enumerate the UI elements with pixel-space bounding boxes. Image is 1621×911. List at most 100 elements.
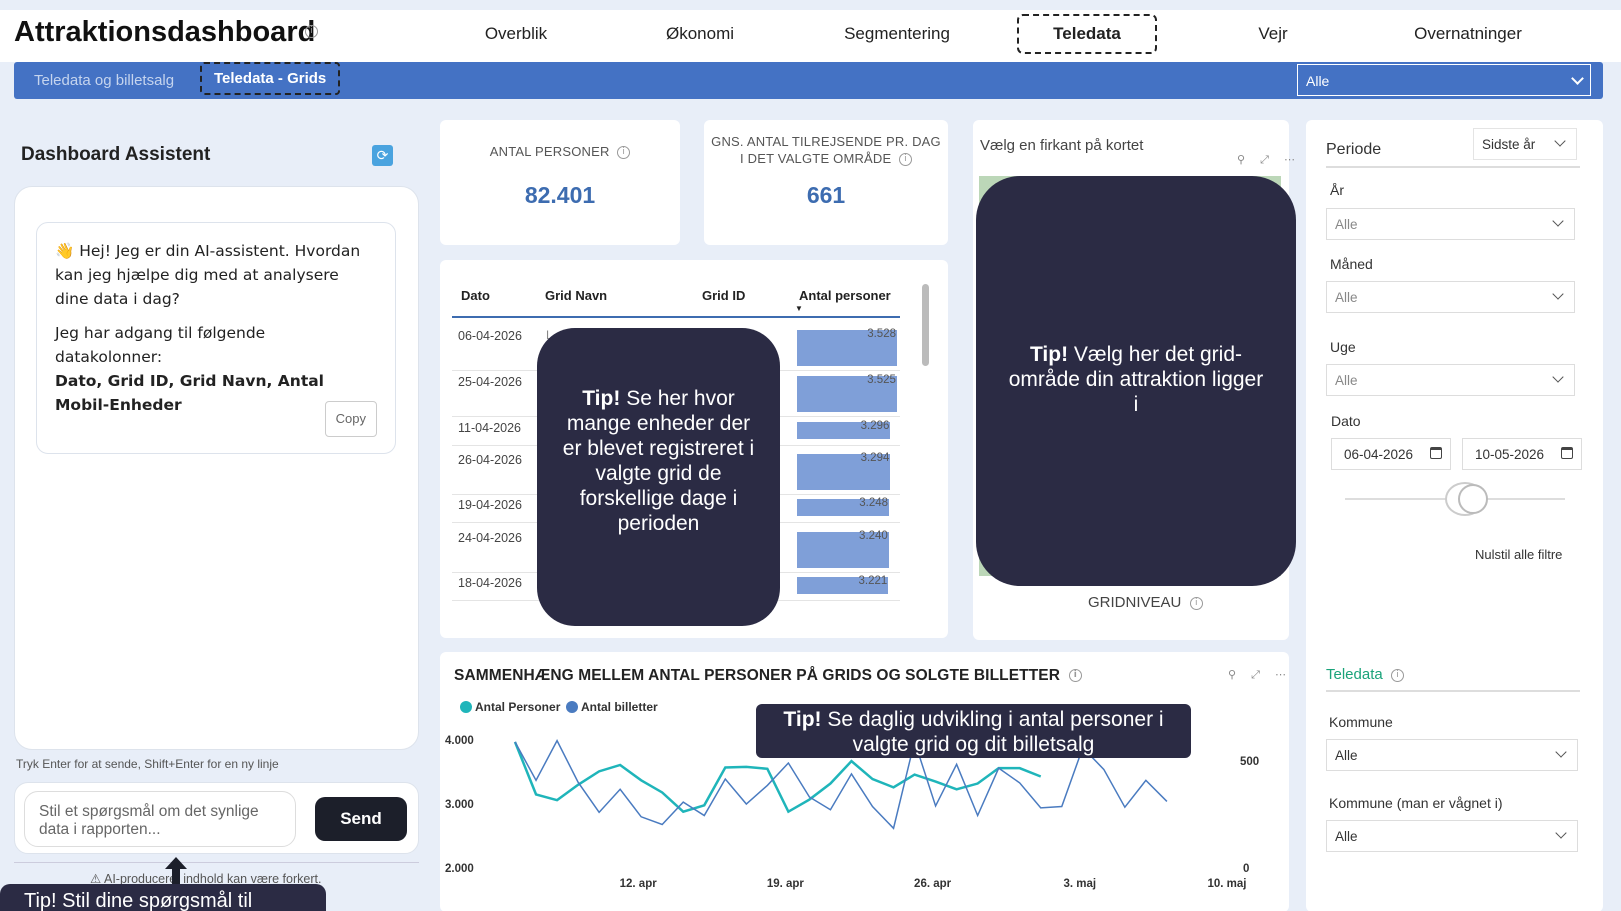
tip-chart: Tip! Se daglig udvikling i antal persone…	[756, 704, 1191, 758]
subtab-teledata-billetsalg[interactable]: Teledata og billetsalg	[34, 72, 174, 89]
column-header-grid-navn[interactable]: Grid Navn	[545, 288, 607, 303]
input-hint: Tryk Enter for at sende, Shift+Enter for…	[16, 757, 279, 771]
info-icon[interactable]: i	[1189, 596, 1203, 610]
uge-select-value: Alle	[1335, 373, 1358, 388]
date-from-input[interactable]: 06-04-2026	[1331, 438, 1451, 470]
kommune-woke-select[interactable]: Alle	[1326, 820, 1578, 852]
message-greeting: 👋 Hej! Jeg er din AI-assistent. Hvordan …	[55, 242, 361, 308]
kpi-persons-label: ANTAL PERSONER i	[440, 143, 680, 160]
nav-tab-teledata[interactable]: Teledata	[1017, 14, 1157, 54]
table-row-date: 25-04-2026	[458, 375, 522, 389]
calendar-icon[interactable]	[1561, 447, 1573, 459]
info-icon[interactable]: i	[617, 146, 631, 160]
uge-label: Uge	[1330, 339, 1356, 355]
chevron-down-icon	[1555, 746, 1567, 758]
info-icon[interactable]: i	[305, 25, 318, 38]
table-row-date: 24-04-2026	[458, 531, 522, 545]
legend-swatch	[460, 701, 472, 713]
table-row-value: 3.294	[860, 452, 890, 464]
maaned-label: Måned	[1330, 256, 1373, 272]
x-axis-tick: 10. maj	[1208, 878, 1247, 890]
aar-select-value: Alle	[1335, 217, 1358, 232]
aar-select[interactable]: Alle	[1326, 208, 1575, 240]
info-icon[interactable]: i	[1391, 668, 1405, 682]
y-axis-tick: 2.000	[445, 863, 474, 875]
map-title: Vælg en firkant på kortet	[980, 137, 1144, 154]
chevron-down-icon	[1552, 371, 1564, 383]
info-icon[interactable]: i	[1068, 669, 1082, 683]
table-row-value: 3.240	[859, 530, 888, 542]
assistant-title: Dashboard Assistent	[21, 144, 211, 165]
maaned-select-value: Alle	[1335, 290, 1358, 305]
legend-tickets: Antal billetter	[566, 700, 658, 714]
kpi-avg-value: 661	[806, 182, 846, 208]
y-axis-tick: 4.000	[445, 735, 474, 747]
periode-select[interactable]: Sidste år	[1473, 128, 1577, 160]
nav-tab-segmentering[interactable]: Segmentering	[827, 24, 967, 44]
x-axis-tick: 12. apr	[620, 878, 658, 890]
table-row-value: 3.528	[867, 328, 896, 340]
chart-title: SAMMENHÆNG MELLEM ANTAL PERSONER PÅ GRID…	[454, 667, 1082, 685]
area-select[interactable]: Alle	[1297, 64, 1591, 96]
kommune-label: Kommune	[1329, 714, 1393, 730]
subtab-teledata-grids[interactable]: Teledata - Grids	[200, 62, 341, 95]
column-header-dato[interactable]: Dato	[461, 288, 490, 303]
periode-label: Periode	[1326, 141, 1382, 158]
legend-swatch	[566, 701, 578, 713]
column-header-grid-id[interactable]: Grid ID	[702, 288, 745, 303]
date-to-value: 10-05-2026	[1475, 447, 1545, 462]
nav-tab-vejr[interactable]: Vejr	[1203, 24, 1343, 44]
y2-axis-tick: 500	[1240, 756, 1259, 768]
kpi-persons-value: 82.401	[524, 182, 596, 208]
chat-input[interactable]: Stil et spørgsmål om det synlige data i …	[24, 791, 296, 847]
map-caption: GRIDNIVEAU i	[1088, 594, 1203, 611]
table-row-value: 3.296	[860, 420, 890, 432]
chevron-down-icon	[1554, 135, 1566, 147]
chevron-down-icon	[1552, 288, 1564, 300]
area-select-value: Alle	[1306, 73, 1330, 89]
calendar-icon[interactable]	[1430, 447, 1442, 459]
y-axis-tick: 3.000	[445, 799, 474, 811]
table-scrollbar[interactable]	[922, 284, 929, 366]
info-icon[interactable]: i	[899, 153, 913, 167]
divider	[14, 862, 419, 863]
copy-button[interactable]: Copy	[324, 401, 377, 437]
kpi-avg-label: GNS. ANTAL TILREJSENDE PR. DAG I DET VAL…	[711, 134, 941, 167]
teledata-underline	[1326, 690, 1580, 692]
visual-header-icons[interactable]: ⚲ ⤢ ⋯	[1237, 153, 1301, 167]
chart-header-icons[interactable]: ⚲ ⤢ ⋯	[1228, 668, 1292, 682]
table-row-value: 3.248	[859, 497, 889, 509]
nav-tab-oekonomi[interactable]: Økonomi	[630, 24, 770, 44]
tip-map: Tip! Vælg her det grid-område din attrak…	[976, 176, 1296, 586]
table-row-date: 18-04-2026	[458, 576, 522, 590]
kpi-card-persons: ANTAL PERSONER i 82.401	[440, 120, 680, 245]
message-columns: Dato, Grid ID, Grid Navn, Antal Mobil-En…	[55, 372, 324, 414]
tip-chat: Tip! Stil dine spørgsmål til	[0, 884, 326, 911]
periode-underline	[1326, 166, 1580, 168]
periode-select-value: Sidste år	[1482, 137, 1536, 152]
x-axis-tick: 19. apr	[767, 878, 805, 890]
kommune-select[interactable]: Alle	[1326, 739, 1578, 771]
date-slider-handle-2[interactable]	[1458, 484, 1488, 514]
date-from-value: 06-04-2026	[1344, 447, 1414, 462]
refresh-icon[interactable]: ⟳	[372, 145, 393, 166]
reset-filters-link[interactable]: Nulstil alle filtre	[1475, 547, 1562, 562]
app-title: Attraktionsdashboard	[14, 16, 316, 48]
chevron-down-icon	[1571, 72, 1584, 85]
date-to-input[interactable]: 10-05-2026	[1462, 438, 1582, 470]
uge-select[interactable]: Alle	[1326, 364, 1575, 396]
kommune-select-value: Alle	[1335, 748, 1358, 763]
nav-tab-overblik[interactable]: Overblik	[446, 24, 586, 44]
table-row-date: 06-04-2026	[458, 329, 522, 343]
chevron-down-icon	[1555, 827, 1567, 839]
x-axis-tick: 26. apr	[914, 878, 952, 890]
teledata-section-label: Teledata i	[1326, 666, 1405, 683]
dato-label: Dato	[1331, 413, 1361, 429]
nav-tab-overnatninger[interactable]: Overnatninger	[1393, 24, 1543, 44]
table-header-underline	[452, 316, 900, 318]
maaned-select[interactable]: Alle	[1326, 281, 1575, 313]
send-button[interactable]: Send	[315, 797, 407, 841]
kpi-card-avg: GNS. ANTAL TILREJSENDE PR. DAG I DET VAL…	[704, 120, 948, 245]
column-header-antal-personer[interactable]: Antal personer	[799, 288, 891, 303]
chevron-down-icon	[1552, 215, 1564, 227]
